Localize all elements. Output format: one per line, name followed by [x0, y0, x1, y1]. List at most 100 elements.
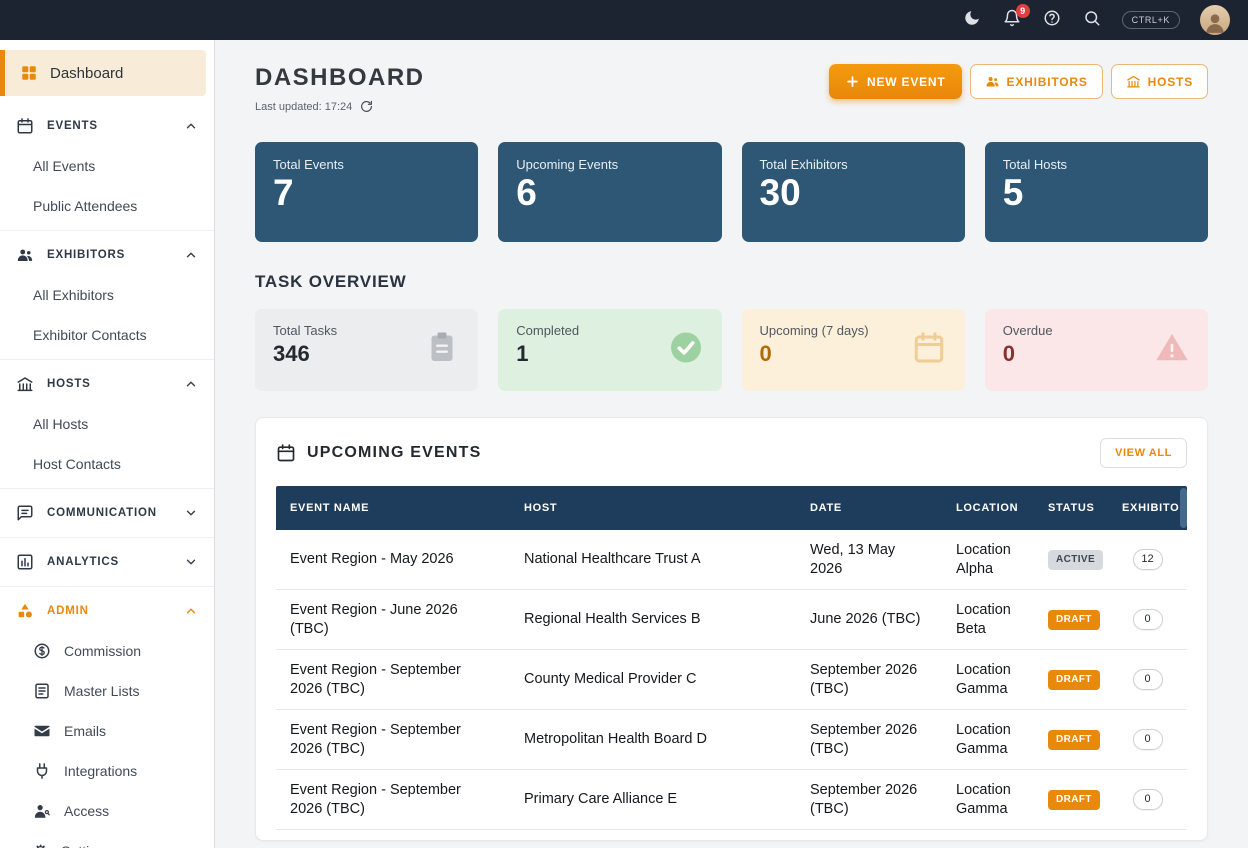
sidebar-item-exhibitor-contacts[interactable]: Exhibitor Contacts: [0, 315, 214, 355]
plug-icon: [33, 762, 51, 780]
status-badge: DRAFT: [1048, 670, 1100, 691]
people-icon: [985, 74, 1000, 89]
exhibitors-cell: 12: [1108, 539, 1187, 581]
sidebar-group-exhibitors: EXHIBITORS All Exhibitors Exhibitor Cont…: [0, 231, 214, 360]
sidebar-item-label: Dashboard: [50, 65, 123, 82]
sidebar-item-integrations[interactable]: Integrations: [0, 751, 214, 791]
page-title: DASHBOARD: [255, 64, 425, 92]
sidebar-section-admin[interactable]: ADMIN: [0, 591, 214, 631]
refresh-icon[interactable]: [360, 100, 374, 114]
stat-card-total-events: Total Events 7: [255, 142, 478, 242]
sidebar-item-dashboard[interactable]: Dashboard: [0, 50, 206, 96]
plus-icon: [845, 74, 860, 89]
sidebar-item-public-attendees[interactable]: Public Attendees: [0, 186, 214, 226]
sidebar-section-exhibitors[interactable]: EXHIBITORS: [0, 235, 214, 275]
table-row[interactable]: Event Region - May 2026 National Healthc…: [276, 530, 1187, 590]
sidebar-item-all-events[interactable]: All Events: [0, 146, 214, 186]
upcoming-events-heading: UPCOMING EVENTS: [307, 444, 481, 462]
warning-triangle-icon: [1154, 330, 1190, 371]
exhibitors-cell: 0: [1108, 599, 1187, 641]
sidebar-item-host-contacts[interactable]: Host Contacts: [0, 444, 214, 484]
location-cell: Location Gamma: [942, 651, 1034, 707]
location-cell: Location Gamma: [942, 711, 1034, 767]
event-name-cell: Event Region - September 2026 (TBC): [276, 771, 510, 827]
sidebar-item-all-hosts[interactable]: All Hosts: [0, 404, 214, 444]
column-header: EVENT NAME: [276, 502, 510, 514]
search-button[interactable]: [1082, 10, 1102, 30]
calendar-icon: [911, 330, 947, 371]
last-updated-text: Last updated: 17:24: [255, 101, 352, 113]
stat-card-total-exhibitors: Total Exhibitors 30: [742, 142, 965, 242]
keyboard-shortcut-pill[interactable]: CTRL+K: [1122, 11, 1180, 29]
notification-count-badge: 9: [1016, 4, 1030, 18]
exhibitors-button[interactable]: EXHIBITORS: [970, 64, 1103, 99]
table-row[interactable]: Event Region - September 2026 (TBC) Coun…: [276, 650, 1187, 710]
sidebar-section-analytics[interactable]: ANALYTICS: [0, 542, 214, 582]
sidebar-item-commission[interactable]: Commission: [0, 631, 214, 671]
exhibitor-count-pill[interactable]: 0: [1133, 609, 1163, 631]
sidebar-group-admin: ADMIN Commission Master Lists Emails Int…: [0, 587, 214, 848]
sidebar-group-communication: COMMUNICATION: [0, 489, 214, 538]
main-content: DASHBOARD Last updated: 17:24 NEW EVENT …: [215, 40, 1248, 848]
exhibitor-count-pill[interactable]: 0: [1133, 789, 1163, 811]
sidebar-section-communication[interactable]: COMMUNICATION: [0, 493, 214, 533]
calendar-icon: [16, 117, 34, 135]
category-icon: [16, 602, 34, 620]
host-cell: Metropolitan Health Board D: [510, 720, 796, 758]
event-name-cell: Event Region - May 2026: [276, 540, 510, 578]
user-avatar[interactable]: [1200, 5, 1230, 35]
location-cell: Location Gamma: [942, 771, 1034, 827]
table-row[interactable]: Event Region - September 2026 (TBC) Prim…: [276, 770, 1187, 830]
exhibitors-cell: 0: [1108, 719, 1187, 761]
help-icon: [1043, 9, 1061, 32]
gear-icon: ⚙: [33, 843, 48, 848]
task-card-completed: Completed 1: [498, 309, 721, 391]
list-icon: [33, 682, 51, 700]
location-cell: Location Beta: [942, 591, 1034, 647]
event-name-cell: Event Region - September 2026 (TBC): [276, 651, 510, 707]
chevron-up-icon: [184, 119, 198, 133]
sidebar-item-access[interactable]: Access: [0, 791, 214, 831]
chart-icon: [16, 553, 34, 571]
chevron-up-icon: [184, 377, 198, 391]
chat-icon: [16, 504, 34, 522]
table-row[interactable]: Event Region - June 2026 (TBC) Regional …: [276, 590, 1187, 650]
task-card-overdue: Overdue 0: [985, 309, 1208, 391]
column-header: HOST: [510, 502, 796, 514]
sidebar-group-hosts: HOSTS All Hosts Host Contacts: [0, 360, 214, 489]
chevron-down-icon: [184, 555, 198, 569]
hosts-button[interactable]: HOSTS: [1111, 64, 1208, 99]
search-icon: [1083, 9, 1101, 32]
sidebar-section-hosts[interactable]: HOSTS: [0, 364, 214, 404]
new-event-button[interactable]: NEW EVENT: [829, 64, 962, 99]
help-button[interactable]: [1042, 10, 1062, 30]
view-all-button[interactable]: VIEW ALL: [1100, 438, 1187, 468]
stat-cards: Total Events 7 Upcoming Events 6 Total E…: [255, 142, 1208, 242]
exhibitor-count-pill[interactable]: 0: [1133, 729, 1163, 751]
topbar: 9 CTRL+K: [0, 0, 1248, 40]
exhibitor-count-pill[interactable]: 12: [1133, 549, 1163, 571]
person-key-icon: [33, 802, 51, 820]
date-cell: Wed, 13 May 2026: [796, 531, 942, 587]
sidebar-group-analytics: ANALYTICS: [0, 538, 214, 587]
table-row[interactable]: Event Region - September 2026 (TBC) Metr…: [276, 710, 1187, 770]
stat-card-total-hosts: Total Hosts 5: [985, 142, 1208, 242]
sidebar-section-events[interactable]: EVENTS: [0, 106, 214, 146]
chevron-up-icon: [184, 604, 198, 618]
sidebar-item-master-lists[interactable]: Master Lists: [0, 671, 214, 711]
building-icon: [1126, 74, 1141, 89]
task-card-upcoming: Upcoming (7 days) 0: [742, 309, 965, 391]
dark-mode-toggle[interactable]: [962, 10, 982, 30]
task-cards: Total Tasks 346 Completed 1 Upcoming (7 …: [255, 309, 1208, 391]
sidebar-item-emails[interactable]: Emails: [0, 711, 214, 751]
sidebar-item-settings[interactable]: ⚙ Settings: [0, 831, 214, 848]
table-scrollbar[interactable]: [1180, 488, 1187, 528]
host-cell: National Healthcare Trust A: [510, 540, 796, 578]
event-name-cell: Event Region - September 2026 (TBC): [276, 711, 510, 767]
task-card-total: Total Tasks 346: [255, 309, 478, 391]
event-name-cell: Event Region - June 2026 (TBC): [276, 591, 510, 647]
sidebar-item-all-exhibitors[interactable]: All Exhibitors: [0, 275, 214, 315]
envelope-icon: [33, 722, 51, 740]
exhibitor-count-pill[interactable]: 0: [1133, 669, 1163, 691]
notifications-button[interactable]: 9: [1002, 10, 1022, 30]
